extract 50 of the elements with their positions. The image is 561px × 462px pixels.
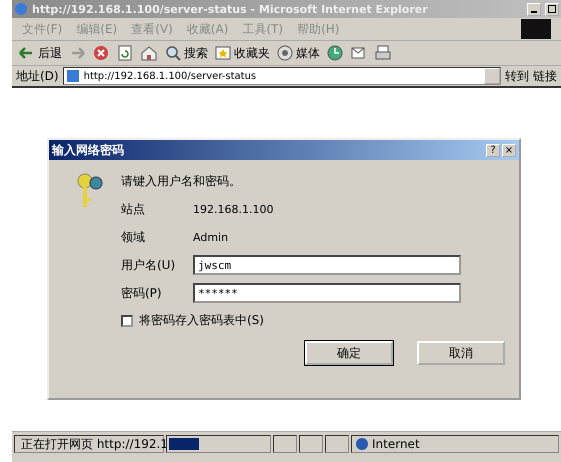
globe-icon [355, 437, 369, 451]
toolbar-button[interactable]: 收藏夹 [214, 44, 270, 62]
favorites-icon [214, 44, 232, 62]
close-button[interactable]: × [502, 144, 516, 156]
info-label: 领域 [121, 228, 146, 246]
page-icon [66, 69, 80, 83]
dialog-title: 输入网络密码 [52, 142, 125, 158]
toolbar-button[interactable] [374, 44, 392, 62]
field-label: 密码(P) [121, 284, 163, 302]
toolbar-button[interactable]: 搜索 [164, 44, 208, 62]
help-button[interactable]: ? [486, 144, 500, 156]
zone-text: Internet [372, 437, 420, 451]
search-icon [164, 44, 182, 62]
logo-icon [521, 19, 551, 39]
checkbox[interactable] [121, 314, 133, 326]
go-button[interactable]: 转到 [505, 68, 529, 84]
toolbar-button[interactable] [326, 44, 344, 62]
input-field[interactable]: ****** [193, 283, 461, 303]
maximize-icon [548, 5, 556, 13]
dialog-button[interactable]: 取消 [417, 341, 505, 365]
browser-icon [14, 2, 28, 16]
media-icon [276, 44, 294, 62]
status-pane [299, 435, 323, 453]
toolbar-button[interactable] [140, 44, 158, 62]
input-field[interactable]: jwscm [193, 255, 461, 275]
address-label: 地址(D) [16, 68, 59, 84]
field-label: 用户名(U) [121, 256, 176, 274]
toolbar-button[interactable]: 媒体 [276, 44, 320, 62]
checkbox-label[interactable]: 将密码存入密码表中(S) [139, 312, 264, 329]
home-icon [140, 44, 158, 62]
links-label[interactable]: 链接 [533, 68, 557, 84]
maximize-button[interactable] [545, 2, 559, 16]
address-field[interactable]: http://192.168.1.100/server-status [62, 67, 501, 85]
history-icon [326, 44, 344, 62]
info-value: Admin [193, 230, 228, 244]
info-value: 192.168.1.100 [193, 202, 274, 216]
toolbar-button[interactable] [116, 44, 134, 62]
status-pane [273, 435, 297, 453]
print-icon [374, 44, 392, 62]
minimize-button[interactable] [527, 2, 541, 16]
toolbar-button[interactable]: 后退 [18, 44, 62, 62]
prompt-text: 请键入用户名和密码。 [121, 172, 241, 190]
window-title: http://192.168.1.100/server-status - Microsoft Internet Explorer [32, 2, 429, 16]
status-pane [325, 435, 349, 453]
stop-icon [92, 44, 110, 62]
dialog-button[interactable]: 确定 [305, 341, 393, 365]
refresh-icon [116, 44, 134, 62]
status-text: 正在打开网页 http://192.1 [21, 436, 168, 452]
toolbar-button[interactable] [92, 44, 110, 62]
info-label: 站点 [121, 200, 146, 218]
